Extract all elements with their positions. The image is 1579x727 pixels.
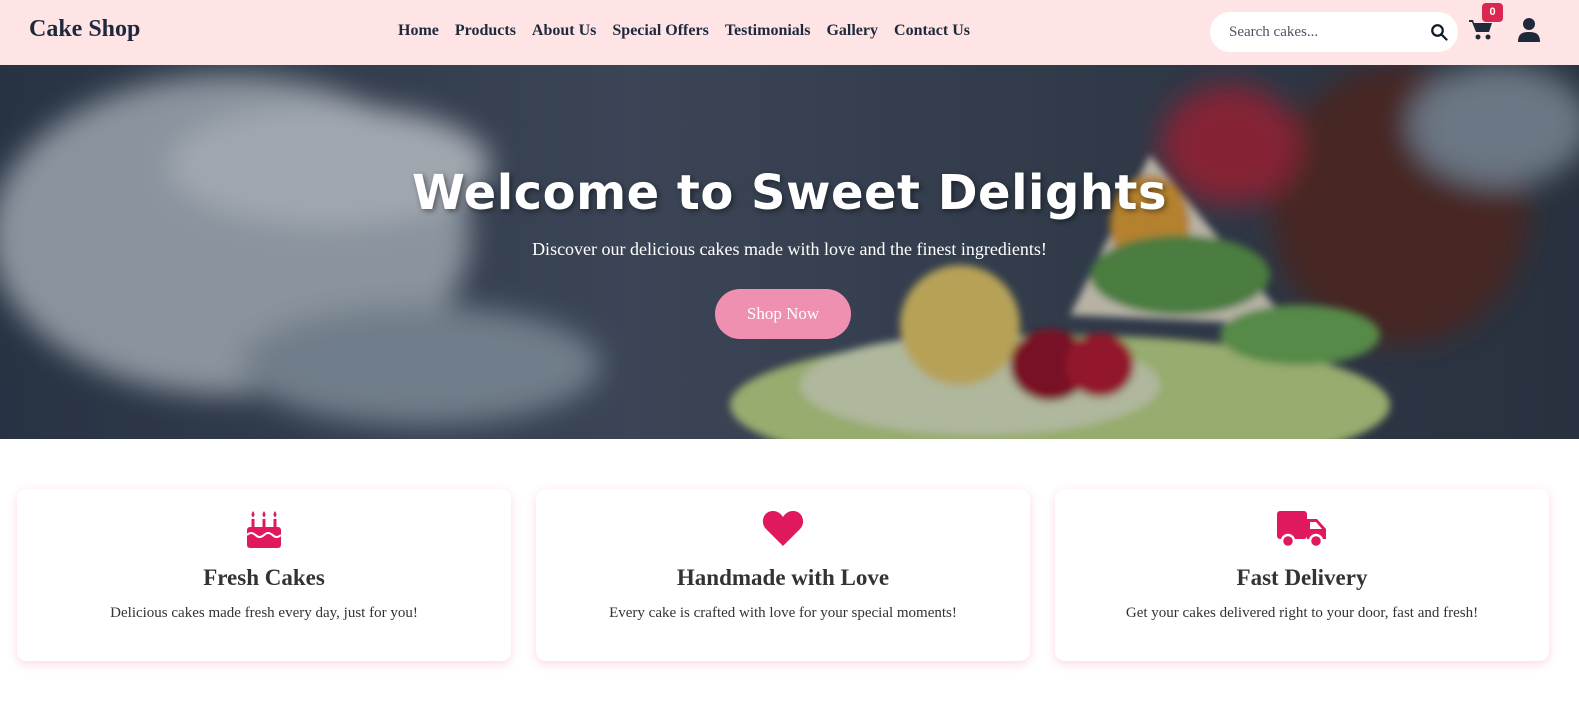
nav-gallery[interactable]: Gallery xyxy=(826,22,878,40)
birthday-cake-icon xyxy=(246,511,282,548)
nav-about-us[interactable]: About Us xyxy=(532,22,596,40)
search-input[interactable] xyxy=(1210,13,1415,51)
feature-title: Fresh Cakes xyxy=(203,565,325,590)
nav-home[interactable]: Home xyxy=(398,22,439,40)
hero-banner: Welcome to Sweet Delights Discover our d… xyxy=(0,65,1579,439)
feature-text: Get your cakes delivered right to your d… xyxy=(1125,605,1479,621)
shop-now-button[interactable]: Shop Now xyxy=(715,289,851,339)
user-icon[interactable] xyxy=(1518,18,1540,42)
nav-products[interactable]: Products xyxy=(455,22,516,40)
heart-icon xyxy=(762,511,804,546)
cart-count-badge: 0 xyxy=(1482,3,1503,22)
hero-title: Welcome to Sweet Delights xyxy=(411,165,1168,221)
feature-text: Delicious cakes made fresh every day, ju… xyxy=(110,605,418,621)
search-box xyxy=(1210,12,1458,52)
shopping-cart-icon[interactable] xyxy=(1469,19,1493,41)
truck-icon xyxy=(1277,511,1326,549)
site-header: Cake Shop Home Products About Us Special… xyxy=(0,0,1579,65)
hero-subtitle: Discover our delicious cakes made with l… xyxy=(532,239,1047,259)
nav-testimonials[interactable]: Testimonials xyxy=(725,22,811,40)
feature-card-fresh-cakes: Fresh Cakes Delicious cakes made fresh e… xyxy=(17,489,511,661)
brand-logo[interactable]: Cake Shop xyxy=(29,16,140,43)
feature-title: Handmade with Love xyxy=(676,565,890,590)
feature-title: Fast Delivery xyxy=(1236,565,1368,590)
feature-card-handmade: Handmade with Love Every cake is crafted… xyxy=(536,489,1030,661)
search-icon[interactable] xyxy=(1430,23,1448,41)
feature-card-fast-delivery: Fast Delivery Get your cakes delivered r… xyxy=(1055,489,1549,661)
feature-text: Every cake is crafted with love for your… xyxy=(609,605,957,621)
main-nav: Home Products About Us Special Offers Te… xyxy=(398,22,986,40)
nav-special-offers[interactable]: Special Offers xyxy=(612,22,708,40)
nav-contact-us[interactable]: Contact Us xyxy=(894,22,970,40)
